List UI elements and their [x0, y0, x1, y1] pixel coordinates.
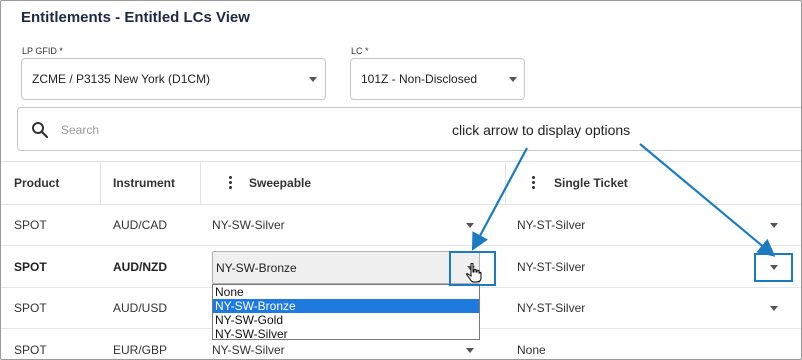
column-divider: [200, 162, 201, 205]
lp-gfid-label: LP GFID *: [22, 46, 63, 56]
instrument-cell: AUD/NZD: [113, 260, 167, 274]
sweepable-select[interactable]: NY-SW-Silver: [212, 343, 285, 357]
sweepable-select[interactable]: NY-SW-Silver: [212, 218, 285, 232]
chevron-down-icon[interactable]: [509, 77, 517, 82]
instrument-cell: EUR/GBP: [113, 343, 168, 357]
table-row: SPOT AUD/CAD NY-SW-Silver NY-ST-Silver: [1, 205, 801, 246]
product-cell: SPOT: [14, 260, 47, 274]
single-ticket-select[interactable]: None: [517, 343, 546, 357]
lp-gfid-select[interactable]: ZCME / P3135 New York (D1CM): [21, 58, 326, 100]
chevron-down-icon[interactable]: [770, 306, 778, 311]
lc-value: 101Z - Non-Disclosed: [361, 72, 478, 86]
single-ticket-select[interactable]: NY-ST-Silver: [517, 301, 585, 315]
column-header-product[interactable]: Product: [14, 162, 59, 205]
option-ny-sw-bronze[interactable]: NY-SW-Bronze: [213, 299, 479, 313]
column-header-instrument[interactable]: Instrument: [113, 162, 175, 205]
sweepable-select-value: NY-SW-Bronze: [216, 261, 297, 275]
column-menu-icon[interactable]: [532, 176, 536, 190]
instrument-cell: AUD/USD: [113, 301, 168, 315]
column-divider: [100, 162, 101, 205]
chevron-down-icon[interactable]: [466, 348, 474, 353]
table-header: Product Instrument Sweepable Single Tick…: [1, 161, 801, 205]
product-cell: SPOT: [14, 218, 47, 232]
search-bar[interactable]: Search: [17, 107, 801, 151]
sweepable-select-open[interactable]: NY-SW-Bronze: [212, 251, 480, 284]
column-header-sweepable[interactable]: Sweepable: [249, 162, 311, 205]
option-none[interactable]: None: [213, 285, 479, 299]
column-menu-icon[interactable]: [229, 176, 233, 190]
column-header-single-ticket[interactable]: Single Ticket: [554, 162, 628, 205]
single-ticket-select[interactable]: NY-ST-Silver: [517, 260, 585, 274]
option-ny-sw-silver[interactable]: NY-SW-Silver: [213, 327, 479, 341]
chevron-down-icon[interactable]: [466, 223, 474, 228]
app-window: Entitlements - Entitled LCs View LP GFID…: [0, 0, 802, 360]
annotation-text: click arrow to display options: [452, 122, 631, 138]
search-icon: [32, 122, 49, 139]
sweepable-options-list: None NY-SW-Bronze NY-SW-Gold NY-SW-Silve…: [212, 284, 480, 341]
product-cell: SPOT: [14, 343, 47, 357]
search-placeholder: Search: [61, 123, 100, 137]
page-title: Entitlements - Entitled LCs View: [21, 9, 250, 26]
lp-gfid-value: ZCME / P3135 New York (D1CM): [32, 72, 211, 86]
hand-cursor-icon: [466, 263, 482, 283]
option-ny-sw-gold[interactable]: NY-SW-Gold: [213, 313, 479, 327]
chevron-down-icon[interactable]: [309, 77, 317, 82]
single-ticket-arrow-highlight: [754, 253, 793, 282]
chevron-down-icon[interactable]: [770, 223, 778, 228]
single-ticket-select[interactable]: NY-ST-Silver: [517, 218, 585, 232]
column-divider: [505, 162, 506, 205]
lc-label: LC *: [351, 46, 369, 56]
instrument-cell: AUD/CAD: [113, 218, 168, 232]
lc-select[interactable]: 101Z - Non-Disclosed: [350, 58, 525, 100]
product-cell: SPOT: [14, 301, 47, 315]
